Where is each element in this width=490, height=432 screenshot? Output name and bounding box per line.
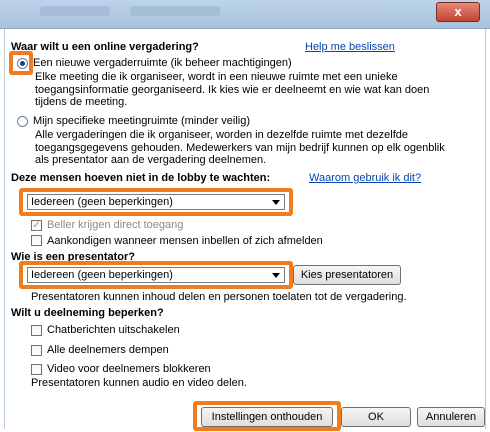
- choose-presenters-button[interactable]: Kies presentatoren: [293, 265, 401, 285]
- highlight-lobby-select: [19, 188, 293, 216]
- new-meeting-room-description: Elke meeting die ik organiseer, wordt in…: [35, 71, 430, 108]
- block-video-label: Video voor deelnemers blokkeren: [47, 363, 211, 375]
- highlight-presenter-select: [19, 261, 293, 289]
- presenter-note: Presentatoren kunnen inhoud delen en per…: [31, 291, 407, 303]
- callers-direct-label: Beller krijgen direct toegang: [47, 219, 184, 231]
- cancel-button[interactable]: Annuleren: [417, 407, 485, 427]
- mute-all-checkbox[interactable]: [31, 345, 42, 356]
- radio-my-meeting-space[interactable]: [17, 116, 28, 127]
- highlight-radio: [9, 51, 33, 75]
- lobby-heading: Deze mensen hoeven niet in de lobby te w…: [11, 172, 271, 184]
- highlight-remember-button: [193, 401, 341, 431]
- disable-chat-label: Chatberichten uitschakelen: [47, 324, 180, 336]
- restrict-heading: Wilt u deelneming beperken?: [11, 307, 164, 319]
- announce-label: Aankondigen wanneer mensen inbellen of z…: [47, 235, 323, 247]
- options-panel: Waar wilt u een online vergadering? Help…: [4, 29, 486, 431]
- restrict-note: Presentatoren kunnen audio en video dele…: [31, 377, 247, 389]
- new-meeting-room-label: Een nieuwe vergaderruimte (ik beheer mac…: [33, 57, 292, 69]
- title-bar: x: [0, 0, 490, 29]
- title-blur: [130, 6, 220, 16]
- meeting-type-heading: Waar wilt u een online vergadering?: [11, 41, 199, 53]
- why-use-this-link[interactable]: Waarom gebruik ik dit?: [309, 172, 421, 184]
- ok-button[interactable]: OK: [341, 407, 411, 427]
- help-decide-link[interactable]: Help me beslissen: [305, 41, 395, 53]
- mute-all-label: Alle deelnemers dempen: [47, 344, 169, 356]
- block-video-checkbox[interactable]: [31, 364, 42, 375]
- title-blur: [40, 6, 110, 16]
- my-meeting-space-label: Mijn specifieke meetingruimte (minder ve…: [33, 115, 251, 127]
- close-button[interactable]: x: [436, 2, 480, 22]
- announce-checkbox[interactable]: [31, 235, 42, 246]
- disable-chat-checkbox[interactable]: [31, 325, 42, 336]
- callers-direct-checkbox: ✓: [31, 220, 42, 231]
- my-meeting-space-description: Alle vergaderingen die ik organiseer, wo…: [35, 129, 445, 166]
